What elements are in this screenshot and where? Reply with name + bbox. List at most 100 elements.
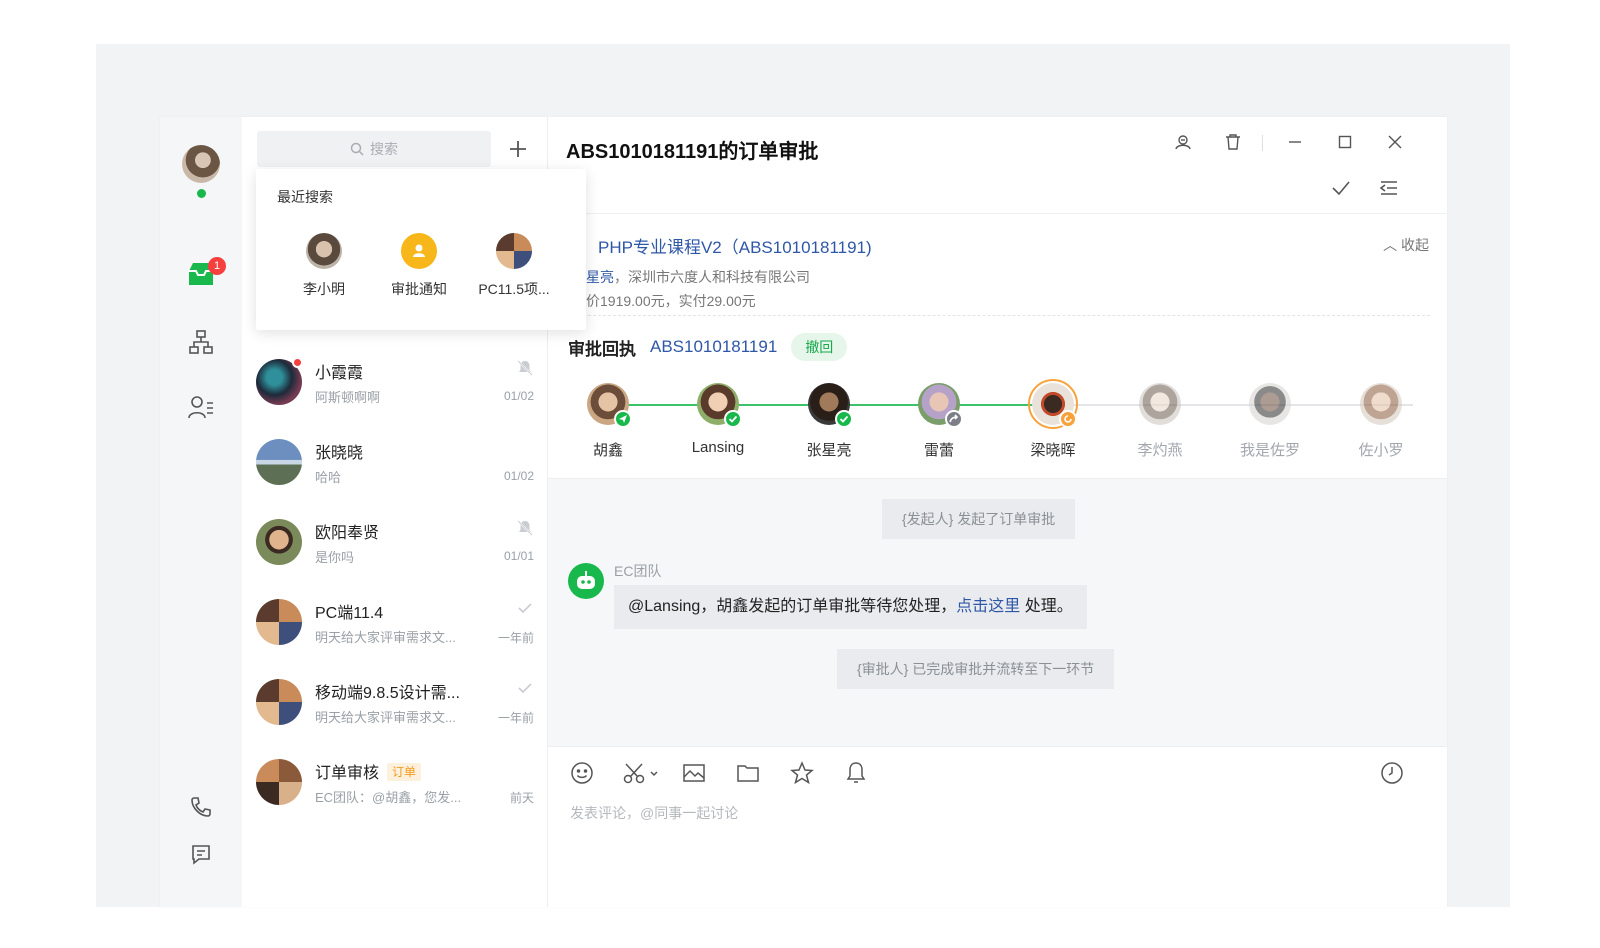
contacts-icon[interactable] xyxy=(186,392,216,422)
scissors-icon[interactable] xyxy=(622,759,662,787)
org-chart-icon[interactable] xyxy=(186,327,216,357)
step-name: 梁晓晖 xyxy=(1030,442,1076,459)
bell-icon[interactable] xyxy=(842,759,870,787)
history-icon[interactable] xyxy=(1378,759,1406,787)
avatar xyxy=(256,439,302,485)
conversation-time: 01/02 xyxy=(503,469,534,483)
conversation-name: 移动端9.8.5设计需... xyxy=(315,685,460,702)
nav-rail: 1 xyxy=(160,117,242,907)
conversation-time: 01/02 xyxy=(503,389,534,403)
approval-notify-icon xyxy=(401,233,437,269)
product-title[interactable]: PHP专业课程V2（ABS1010181191) xyxy=(598,233,872,258)
star-icon[interactable] xyxy=(788,759,816,787)
emoji-icon[interactable] xyxy=(568,759,596,787)
conversation-time: 一年前 xyxy=(497,711,534,725)
close-button[interactable] xyxy=(1384,131,1406,153)
feedback-icon[interactable] xyxy=(186,839,216,869)
image-icon[interactable] xyxy=(680,759,708,787)
search-input[interactable]: 搜索 xyxy=(257,131,491,167)
step-name: 我是佐罗 xyxy=(1239,442,1300,459)
close-icon xyxy=(1388,135,1402,149)
trash-icon[interactable] xyxy=(1222,131,1244,153)
add-button[interactable] xyxy=(504,135,532,163)
side-menu-button[interactable] xyxy=(1378,177,1400,199)
collapse-button[interactable]: ︿ 收起 xyxy=(1383,235,1429,255)
receipt-label: 审批回执 xyxy=(568,339,636,359)
inbox-badge: 1 xyxy=(208,257,226,275)
muted-bell-icon xyxy=(517,360,533,376)
conversation-name: 张晓晓 xyxy=(315,445,364,462)
divider xyxy=(1262,135,1263,151)
conversation-preview: 明天给大家评审需求文... xyxy=(315,630,456,645)
click-here-link[interactable]: 点击这里 xyxy=(956,598,1020,615)
avatar xyxy=(918,383,963,428)
flow-step-current[interactable]: 梁晓晖 xyxy=(1013,379,1093,460)
phone-icon[interactable] xyxy=(186,792,216,822)
menu-collapse-icon xyxy=(1379,181,1397,195)
minimize-button[interactable] xyxy=(1284,131,1306,153)
group-avatar xyxy=(256,599,302,645)
receipt-code[interactable]: ABS1010181191 xyxy=(650,337,777,357)
message-text-end: 处理。 xyxy=(1020,598,1073,615)
flow-step[interactable]: 张星亮 xyxy=(789,383,869,460)
customer-link[interactable]: 星亮 xyxy=(586,269,614,285)
flow-step[interactable]: Lansing xyxy=(678,383,758,456)
recent-search-item[interactable]: 李小明 xyxy=(279,233,369,299)
recent-search-item[interactable]: 审批通知 xyxy=(374,233,464,299)
step-name: Lansing xyxy=(691,439,745,456)
divider xyxy=(548,213,1447,214)
list-item[interactable]: 移动端9.8.5设计需... 明天给大家评审需求文... 一年前 xyxy=(242,663,548,743)
flow-step[interactable]: 雷蕾 xyxy=(899,383,979,460)
muted-bell-icon xyxy=(517,520,533,536)
conversation-preview: 阿斯顿啊啊 xyxy=(315,390,381,405)
list-item[interactable]: PC端11.4 明天给大家评审需求文... 一年前 xyxy=(242,583,548,663)
flow-step[interactable]: 我是佐罗 xyxy=(1230,383,1310,460)
divider xyxy=(578,315,1430,316)
product-price-line: 价1919.00元，实付29.00元 xyxy=(586,293,756,309)
avatar xyxy=(697,383,742,428)
comment-input[interactable]: 发表评论，@同事一起讨论 xyxy=(570,803,738,823)
group-avatar xyxy=(496,233,532,269)
system-message: {审批人} 已完成审批并流转至下一环节 xyxy=(837,649,1115,689)
avatar xyxy=(306,233,342,269)
flow-step[interactable]: 佐小罗 xyxy=(1341,383,1421,460)
flow-step[interactable]: 李灼燕 xyxy=(1120,383,1200,460)
message-area[interactable]: {发起人} 发起了订单审批 EC团队 @Lansing，胡鑫发起的订单审批等待您… xyxy=(548,478,1447,746)
avatar xyxy=(1360,383,1402,425)
conversation-name: 小霞霞 xyxy=(315,365,364,382)
maximize-button[interactable] xyxy=(1334,131,1356,153)
sender-name: EC团队 xyxy=(614,563,662,579)
list-item[interactable]: 张晓晓 哈哈 01/02 xyxy=(242,423,548,503)
group-settings-icon[interactable] xyxy=(1172,131,1194,153)
forward-icon xyxy=(945,410,963,428)
recent-search-name: 审批通知 xyxy=(391,281,447,297)
conversation-detail: ABS1010181191的订单审批 ) PHP专业课程V2（ABS101018… xyxy=(548,117,1447,907)
group-avatar xyxy=(256,679,302,725)
my-avatar[interactable] xyxy=(182,145,220,183)
conversation-name: 订单审核 订单 xyxy=(315,759,422,783)
maximize-icon xyxy=(1338,135,1352,149)
bot-avatar[interactable] xyxy=(568,563,604,599)
order-tag: 订单 xyxy=(387,763,422,781)
conversation-name-text: 订单审核 xyxy=(315,765,380,782)
conversation-preview: 明天给大家评审需求文... xyxy=(315,710,456,725)
read-check-icon xyxy=(518,603,532,614)
recent-search-item[interactable]: PC11.5项... xyxy=(469,233,559,299)
recent-search-name: 李小明 xyxy=(303,281,345,297)
complete-check-button[interactable] xyxy=(1330,177,1352,199)
conversation-preview: 哈哈 xyxy=(315,470,342,485)
system-message: {发起人} 发起了订单审批 xyxy=(882,499,1076,539)
list-item[interactable]: 订单审核 订单 EC团队：@胡鑫，您发... 前天 xyxy=(242,743,548,823)
customer-company: ，深圳市六度人和科技有限公司 xyxy=(614,269,810,285)
flow-step[interactable]: 胡鑫 xyxy=(568,383,648,460)
list-item[interactable]: 小霞霞 阿斯顿啊啊 01/02 xyxy=(242,343,548,423)
folder-icon[interactable] xyxy=(734,759,762,787)
revoke-button[interactable]: 撤回 xyxy=(791,333,848,361)
check-icon xyxy=(1332,181,1350,196)
conversation-preview: 是你吗 xyxy=(315,550,355,565)
step-name: 胡鑫 xyxy=(592,442,623,459)
robot-icon xyxy=(577,571,595,589)
read-check-icon xyxy=(518,683,532,694)
avatar xyxy=(1028,379,1078,429)
list-item[interactable]: 欧阳奉贤 是你吗 01/01 xyxy=(242,503,548,583)
